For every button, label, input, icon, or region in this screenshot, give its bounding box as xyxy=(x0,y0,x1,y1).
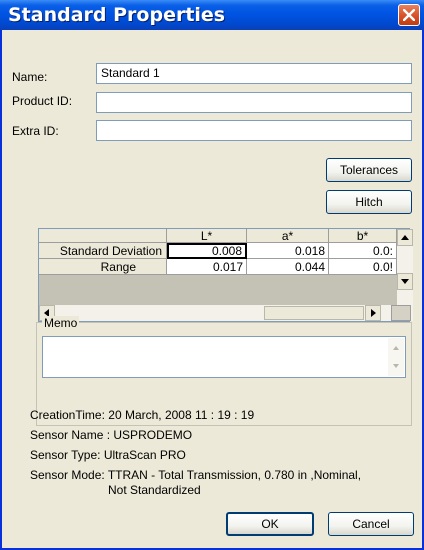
grid-empty-area xyxy=(39,275,397,305)
grid-cell[interactable]: 0.017 xyxy=(167,259,247,275)
sensor-name-value: USPRODEMO xyxy=(113,428,193,442)
extra-id-input[interactable] xyxy=(96,120,412,141)
sensor-mode-label: Sensor Mode: xyxy=(30,468,105,482)
tolerances-button[interactable]: Tolerances xyxy=(326,158,412,182)
horizontal-scroll-thumb[interactable] xyxy=(264,306,364,320)
product-id-label: Product ID: xyxy=(12,94,73,108)
name-label: Name: xyxy=(12,70,48,84)
scrollbar-corner xyxy=(391,305,411,321)
hitch-button[interactable]: Hitch xyxy=(326,190,412,214)
close-button[interactable] xyxy=(398,4,420,26)
grid-cell[interactable]: 0.044 xyxy=(247,259,329,275)
sensor-type-row: Sensor Type: UltraScan PRO xyxy=(30,448,186,462)
sensor-type-value: UltraScan PRO xyxy=(103,448,186,462)
down-arrow-icon xyxy=(401,279,409,284)
memo-label: Memo xyxy=(42,316,80,330)
sensor-name-row: Sensor Name : USPRODEMO xyxy=(30,428,192,442)
window-title: Standard Properties xyxy=(8,4,226,26)
up-arrow-icon xyxy=(401,235,409,240)
sensor-mode-continued: Not Standardized xyxy=(108,483,201,497)
grid-vertical-scrollbar[interactable] xyxy=(397,229,413,307)
creation-time-value: 20 March, 2008 11 : 19 : 19 xyxy=(108,408,255,422)
row-header-range[interactable]: Range xyxy=(39,259,167,275)
memo-textarea[interactable] xyxy=(42,336,406,378)
dialog-body: Name: Standard 1 Product ID: Extra ID: T… xyxy=(4,30,420,548)
row-header-standard-deviation[interactable]: Standard Deviation xyxy=(39,243,167,259)
right-arrow-icon xyxy=(371,309,376,317)
close-icon xyxy=(403,9,415,21)
column-header-b[interactable]: b* xyxy=(329,229,397,243)
grid-cell[interactable]: 0.018 xyxy=(247,243,329,259)
grid-cell[interactable]: 0.0: xyxy=(329,243,397,259)
sensor-type-label: Sensor Type: xyxy=(30,448,101,462)
scroll-right-button[interactable] xyxy=(365,305,381,321)
name-input[interactable]: Standard 1 xyxy=(96,63,412,84)
cancel-button[interactable]: Cancel xyxy=(328,512,414,536)
creation-time-row: CreationTime: 20 March, 2008 11 : 19 : 1… xyxy=(30,408,254,422)
statistics-grid[interactable]: L* a* b* Standard Deviation 0.008 0.018 … xyxy=(38,228,413,322)
grid-cell[interactable]: 0.0! xyxy=(329,259,397,275)
title-bar[interactable]: Standard Properties xyxy=(0,0,424,30)
scroll-up-button[interactable] xyxy=(397,229,413,246)
extra-id-label: Extra ID: xyxy=(12,124,59,138)
sensor-mode-row: Sensor Mode: TTRAN - Total Transmission,… xyxy=(30,468,361,482)
product-id-input[interactable] xyxy=(96,92,412,113)
grid-corner xyxy=(39,229,167,243)
scroll-down-button[interactable] xyxy=(397,273,413,290)
grid-horizontal-scrollbar[interactable] xyxy=(39,305,413,321)
memo-scrollbar[interactable] xyxy=(388,338,404,376)
sensor-mode-value: TTRAN - Total Transmission, 0.780 in ,No… xyxy=(107,468,362,482)
creation-time-label: CreationTime: xyxy=(30,408,105,422)
standard-properties-dialog: Standard Properties Name: Standard 1 Pro… xyxy=(0,0,424,550)
ok-button[interactable]: OK xyxy=(226,512,314,536)
column-header-l[interactable]: L* xyxy=(167,229,247,243)
grid-cell-selected[interactable]: 0.008 xyxy=(167,243,247,259)
memo-scroll-arrows-icon xyxy=(393,346,399,368)
sensor-name-label: Sensor Name : xyxy=(30,428,111,442)
column-header-a[interactable]: a* xyxy=(247,229,329,243)
